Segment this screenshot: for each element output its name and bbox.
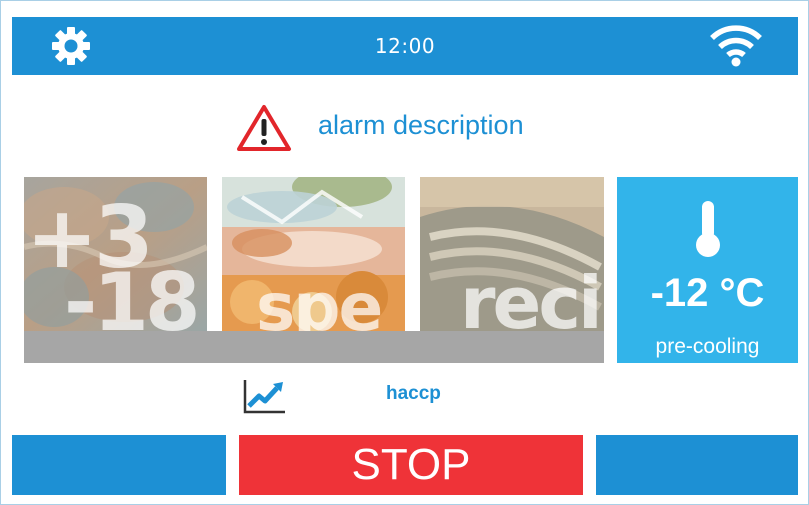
cycle-status: pre-cooling: [655, 335, 760, 358]
right-action-button[interactable]: [596, 435, 798, 495]
clock-time: 12:00: [374, 34, 436, 58]
top-bar: 12:00: [12, 17, 798, 75]
tile-label-special: spe: [256, 269, 383, 332]
wifi-icon[interactable]: [708, 24, 764, 68]
alarm-banner[interactable]: alarm description: [236, 102, 616, 152]
temperature-value: -12 °C: [650, 271, 765, 315]
left-action-button[interactable]: [12, 435, 226, 495]
tiles-footer-bar: [24, 331, 604, 363]
thermometer-icon: [693, 199, 723, 259]
recipes-mode-tile[interactable]: reci: [420, 177, 604, 331]
alarm-description: alarm description: [318, 110, 524, 140]
temperature-card[interactable]: -12 °C pre-cooling: [617, 177, 798, 363]
special-mode-tile[interactable]: spe: [222, 177, 405, 331]
temperature-mode-tile[interactable]: +3 -18: [24, 177, 207, 331]
stop-button[interactable]: STOP: [239, 435, 583, 495]
haccp-link[interactable]: haccp: [386, 383, 441, 405]
trend-chart-icon[interactable]: [243, 378, 287, 414]
warning-triangle-icon: [236, 104, 292, 152]
tile-label-recipes: reci: [460, 261, 603, 331]
tile-label-minus: -18: [64, 256, 201, 332]
